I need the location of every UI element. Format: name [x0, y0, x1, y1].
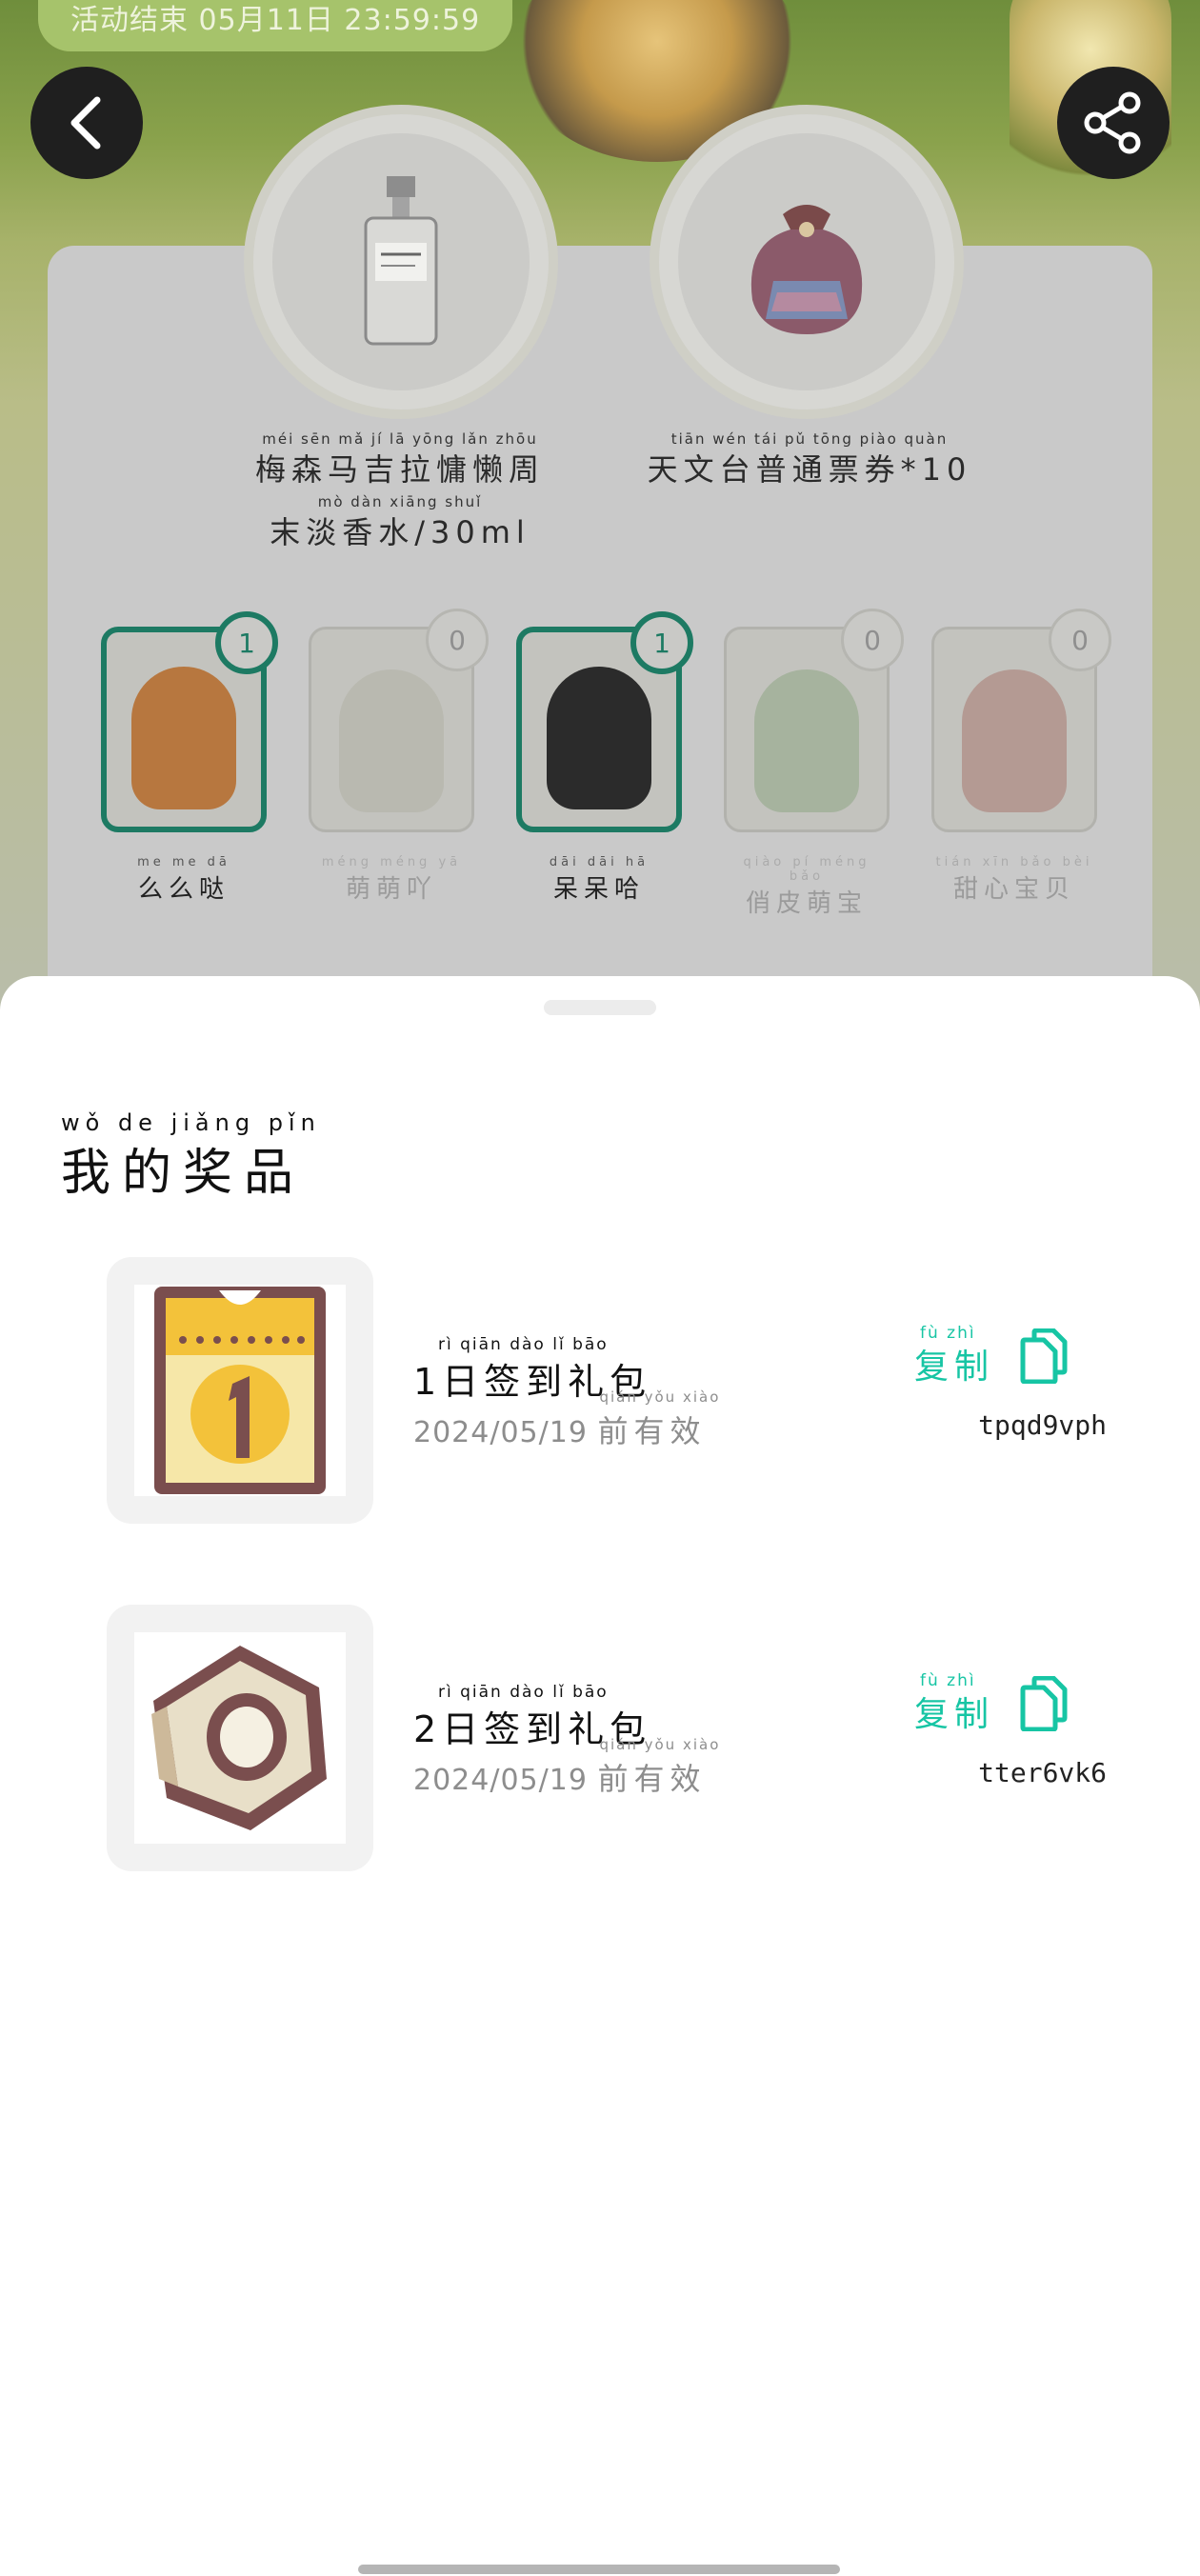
home-indicator [358, 2565, 840, 2574]
copy-button[interactable]: fù zhì 复制 [914, 1324, 1069, 1388]
chevron-left-icon [70, 96, 101, 150]
lucky-bag-icon [750, 205, 863, 334]
character-count-badge: 1 [215, 611, 278, 674]
prize-perfume[interactable] [244, 105, 558, 419]
character-count-badge: 0 [841, 609, 904, 671]
prize-thumbnail [107, 1605, 373, 1871]
hex-nut-icon [151, 1646, 327, 1830]
character-name: dāi dāi hā 呆呆哈 [549, 855, 650, 904]
redeem-code: tter6vk6 [978, 1757, 1107, 1788]
kangaroo-character-icon [962, 669, 1067, 812]
character-name: me me dā 么么哒 [137, 855, 230, 904]
character-name: tián xīn bǎo bèi 甜心宝贝 [935, 855, 1093, 904]
character-card[interactable]: 0 [309, 609, 489, 832]
character-count-badge: 0 [1049, 609, 1111, 671]
sheet-drag-handle[interactable] [544, 1000, 656, 1015]
event-background: 活动结束 05月11日 23:59:59 méi sēn mǎ jí lā yō… [0, 0, 1200, 1009]
character-name: méng méng yā 萌萌吖 [321, 855, 462, 904]
kangaroo-character-icon [131, 667, 236, 809]
character-count-badge: 0 [426, 609, 489, 671]
my-prizes-sheet: wǒ de jiǎng pǐn 我的奖品 rì qiān dào lǐ bāo … [0, 976, 1200, 2576]
prize-thumbnail [107, 1257, 373, 1524]
prize-item: rì qiān dào lǐ bāo 1日签到礼包 2024/05/19 qiá… [107, 1257, 1107, 1524]
copy-icon [1020, 1676, 1068, 1731]
redeem-code: tpqd9vph [978, 1409, 1107, 1441]
copy-icon [1020, 1328, 1068, 1384]
character-count-badge: 1 [630, 611, 693, 674]
prize-item-expiry: 2024/05/19 qián yǒu xiào 前有效 [413, 1388, 721, 1449]
character-name: qiào pí méng bǎo 俏皮萌宝 [743, 855, 870, 918]
sheet-title: wǒ de jiǎng pǐn 我的奖品 [61, 1109, 321, 1202]
kangaroo-character-icon [547, 667, 651, 809]
prize-item-expiry: 2024/05/19 qián yǒu xiào 前有效 [413, 1736, 721, 1797]
character-card[interactable]: 1 [516, 611, 693, 832]
event-end-time: 活动结束 05月11日 23:59:59 [38, 0, 513, 51]
prize-ticket-pack[interactable] [650, 105, 964, 419]
prize-name-ticket: tiān wén tái pǔ tōng piào quàn 天文台普通票券*1… [647, 430, 972, 488]
kangaroo-character-icon [754, 669, 859, 812]
prize-name-perfume: méi sēn mǎ jí lā yōng lǎn zhōu 梅森马吉拉慵懒周 [254, 430, 545, 488]
share-button[interactable] [1057, 67, 1170, 179]
copy-label: fù zhì 复制 [914, 1671, 995, 1734]
copy-button[interactable]: fù zhì 复制 [914, 1671, 1069, 1736]
kangaroo-character-icon [339, 669, 444, 812]
back-button[interactable] [30, 67, 143, 179]
character-card[interactable]: 1 [101, 611, 278, 832]
copy-label: fù zhì 复制 [914, 1324, 995, 1387]
prize-item: rì qiān dào lǐ bāo 2日签到礼包 2024/05/19 qiá… [107, 1605, 1107, 1871]
calendar-day-1-icon [154, 1287, 326, 1494]
prize-name-perfume-line2: mò dàn xiāng shuǐ 末淡香水/30ml [270, 493, 530, 550]
character-card[interactable]: 0 [931, 609, 1111, 832]
perfume-bottle-icon [364, 176, 438, 346]
share-icon [1084, 91, 1141, 154]
character-card[interactable]: 0 [724, 609, 904, 832]
